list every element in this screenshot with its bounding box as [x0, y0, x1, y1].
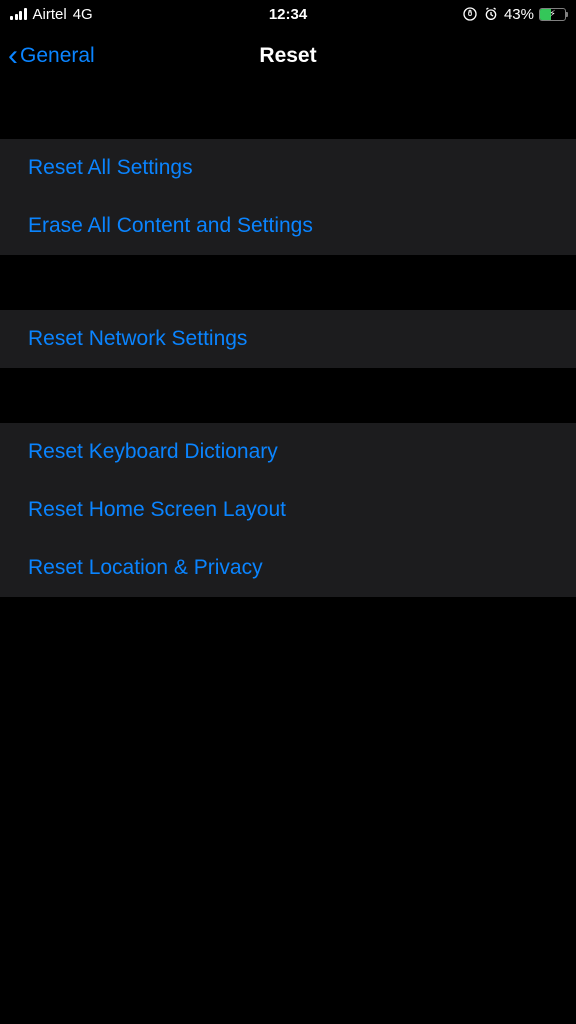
- group-separator: [0, 255, 576, 310]
- carrier-label: Airtel: [33, 6, 67, 23]
- rotation-lock-icon: [462, 6, 478, 22]
- row-label: Reset Keyboard Dictionary: [28, 440, 278, 463]
- signal-icon: [10, 8, 27, 20]
- battery-icon: ⚡︎: [539, 8, 566, 21]
- row-label: Reset Network Settings: [28, 327, 247, 350]
- status-bar: Airtel 4G 12:34 43% ⚡︎: [0, 0, 576, 28]
- back-button[interactable]: ‹ General: [8, 41, 95, 71]
- reset-keyboard-dictionary-row[interactable]: Reset Keyboard Dictionary: [0, 423, 576, 481]
- reset-home-screen-layout-row[interactable]: Reset Home Screen Layout: [0, 481, 576, 539]
- group-separator: [0, 368, 576, 423]
- status-time: 12:34: [269, 6, 307, 23]
- status-left: Airtel 4G: [10, 6, 93, 23]
- content: Reset All Settings Erase All Content and…: [0, 84, 576, 597]
- row-label: Reset Home Screen Layout: [28, 498, 286, 521]
- status-right: 43% ⚡︎: [462, 6, 566, 23]
- reset-all-settings-row[interactable]: Reset All Settings: [0, 139, 576, 197]
- page-title: Reset: [259, 44, 316, 68]
- erase-all-content-row[interactable]: Erase All Content and Settings: [0, 197, 576, 255]
- alarm-icon: [483, 6, 499, 22]
- group-separator: [0, 84, 576, 139]
- back-label: General: [20, 44, 95, 68]
- row-label: Reset All Settings: [28, 156, 193, 179]
- row-label: Reset Location & Privacy: [28, 556, 263, 579]
- reset-network-settings-row[interactable]: Reset Network Settings: [0, 310, 576, 368]
- nav-bar: ‹ General Reset: [0, 28, 576, 84]
- reset-location-privacy-row[interactable]: Reset Location & Privacy: [0, 539, 576, 597]
- network-label: 4G: [73, 6, 93, 23]
- chevron-left-icon: ‹: [8, 41, 18, 71]
- battery-percent: 43%: [504, 6, 534, 23]
- row-label: Erase All Content and Settings: [28, 214, 313, 237]
